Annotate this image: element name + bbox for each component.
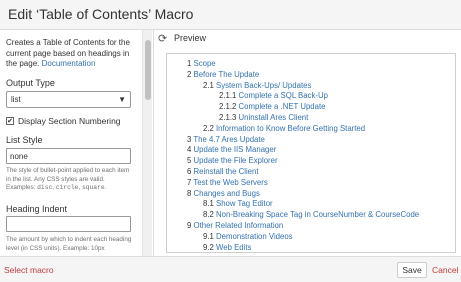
- toc-item-number: 1: [187, 59, 192, 68]
- toc-item-link[interactable]: Before The Update: [194, 70, 260, 79]
- toc-item-link[interactable]: Changes and Bugs: [194, 189, 260, 198]
- toc-item-number: 2: [187, 69, 192, 79]
- parameters-scroll-thumb[interactable]: [145, 40, 151, 100]
- toc-item: 6 Reinstall the Client: [187, 166, 455, 178]
- list-style-example: circle: [55, 184, 79, 191]
- toc-item: 2.1.3 Uninstall Ares Client: [187, 112, 455, 124]
- toc-item-number: 2.1.3: [219, 112, 237, 122]
- list-style-help: The style of bullet-point applied to eac…: [6, 167, 130, 191]
- toc-item-link[interactable]: Show Tag Editor: [216, 199, 273, 208]
- toc-item-link[interactable]: Reinstall the Client: [194, 167, 259, 176]
- chevron-down-icon: ▼: [118, 95, 126, 104]
- heading-indent-help: The amount by which to indent each headi…: [6, 236, 132, 252]
- toc-item: 9.1 Demonstration Videos: [187, 231, 455, 243]
- toc-item-link[interactable]: Demonstration Videos: [216, 232, 293, 241]
- dialog-title: Edit ‘Table of Contents’ Macro: [8, 6, 194, 22]
- dialog-footer: Select macro Save Cancel: [0, 256, 461, 282]
- toc-item-link[interactable]: System Back-Ups/ Updates: [216, 81, 311, 90]
- toc-item-link[interactable]: Update the IIS Manager: [194, 145, 277, 154]
- toc-item: 4 Update the IIS Manager: [187, 145, 455, 156]
- toc-item: 8 Changes and Bugs: [187, 188, 455, 200]
- toc-item-link[interactable]: Other Related Information: [194, 221, 284, 230]
- toc-item-number: 5: [187, 156, 192, 166]
- toc-item-number: 7: [187, 177, 192, 187]
- toc-item-number: 8.1: [203, 199, 214, 209]
- toc-item: 5 Update the File Explorer: [187, 156, 455, 167]
- dialog-header: Edit ‘Table of Contents’ Macro: [0, 0, 461, 30]
- documentation-link[interactable]: Documentation: [42, 59, 96, 68]
- output-type-select[interactable]: list ▼: [6, 91, 131, 108]
- toc-item-number: 6: [187, 166, 192, 176]
- toc-item: 8.2 Non-Breaking Space Tag in CourseNumb…: [187, 210, 455, 221]
- toc-item-link[interactable]: Update the File Explorer: [194, 156, 278, 165]
- section-numbering-label: Display Section Numbering: [18, 116, 121, 126]
- preview-body: 1 Scope 2 Before The Update 2.1 System Bac…: [166, 53, 456, 253]
- toc-item: 2 Before The Update: [187, 69, 455, 81]
- toc-item-number: 2.1.2: [219, 102, 237, 112]
- toc-item-link[interactable]: Web Edits: [216, 243, 251, 252]
- toc-item: 3 The 4.7 Ares Update: [187, 134, 455, 146]
- toc-item-link[interactable]: Complete a SQL Back-Up: [239, 91, 328, 100]
- preview-label: Preview: [174, 33, 207, 43]
- toc-item-number: 8.2: [203, 210, 214, 220]
- toc-item: 8.1 Show Tag Editor: [187, 199, 455, 210]
- toc-item: 7 Test the Web Servers: [187, 177, 455, 189]
- toc-item-link[interactable]: Scope: [194, 59, 216, 68]
- toc-item: 2.1.1 Complete a SQL Back-Up: [187, 91, 455, 102]
- toc-item-number: 9.2: [203, 242, 214, 252]
- toc-item-link[interactable]: Test the Web Servers: [193, 178, 267, 187]
- toc-item-link[interactable]: Information to Know Before Getting Start…: [216, 124, 365, 133]
- toc-item-number: 2.1.1: [219, 91, 237, 101]
- toc-item-number: 4: [187, 145, 192, 155]
- save-button[interactable]: Save: [397, 262, 427, 278]
- table-of-contents: 1 Scope 2 Before The Update 2.1 System Bac…: [187, 59, 455, 252]
- toc-item-link[interactable]: Uninstall Ares Client: [239, 113, 309, 122]
- select-macro-link[interactable]: Select macro: [4, 265, 54, 275]
- list-style-example: disc: [37, 184, 53, 191]
- toc-item: 9.2 Web Edits: [187, 242, 455, 252]
- toc-item: 1 Scope: [187, 59, 455, 70]
- preview-header: ⟳ Preview: [154, 30, 461, 50]
- preview-panel: ⟳ Preview 1 Scope 2 Before The Update 2.1 …: [153, 30, 461, 256]
- list-style-example: square: [81, 184, 105, 191]
- macro-parameters-content: Creates a Table of Contents for the curr…: [6, 38, 134, 252]
- macro-description: Creates a Table of Contents for the curr…: [6, 38, 134, 70]
- list-style-input[interactable]: [6, 148, 131, 164]
- toc-item-link[interactable]: Complete a .NET Update: [239, 102, 326, 111]
- output-type-label: Output Type: [6, 78, 55, 88]
- toc-item: 9 Other Related Information: [187, 220, 455, 232]
- toc-item-link[interactable]: Non-Breaking Space Tag in CourseNumber &…: [216, 210, 419, 219]
- parameters-scrollbar[interactable]: [142, 30, 152, 256]
- toc-item-link[interactable]: The 4.7 Ares Update: [193, 135, 265, 144]
- toc-item: 2.1 System Back-Ups/ Updates: [187, 80, 455, 92]
- heading-indent-label: Heading Indent: [6, 204, 68, 214]
- heading-indent-input[interactable]: [6, 216, 131, 232]
- list-style-label: List Style: [6, 135, 43, 145]
- toc-item: 2.2 Information to Know Before Getting S…: [187, 123, 455, 135]
- refresh-icon[interactable]: ⟳: [158, 32, 167, 45]
- toc-item-number: 2.1: [203, 80, 214, 90]
- toc-item-number: 2.2: [203, 123, 214, 133]
- toc-item-number: 8: [187, 188, 192, 198]
- toc-item-number: 3: [187, 134, 192, 144]
- toc-item-number: 9: [187, 220, 192, 230]
- section-numbering-row[interactable]: ✔ Display Section Numbering: [6, 116, 121, 126]
- output-type-value: list: [11, 95, 21, 104]
- macro-parameters-panel: Creates a Table of Contents for the curr…: [0, 30, 153, 256]
- section-numbering-checkbox[interactable]: ✔: [6, 117, 14, 125]
- cancel-link[interactable]: Cancel: [432, 265, 458, 275]
- toc-item: 2.1.2 Complete a .NET Update: [187, 102, 455, 113]
- toc-item-number: 9.1: [203, 231, 214, 241]
